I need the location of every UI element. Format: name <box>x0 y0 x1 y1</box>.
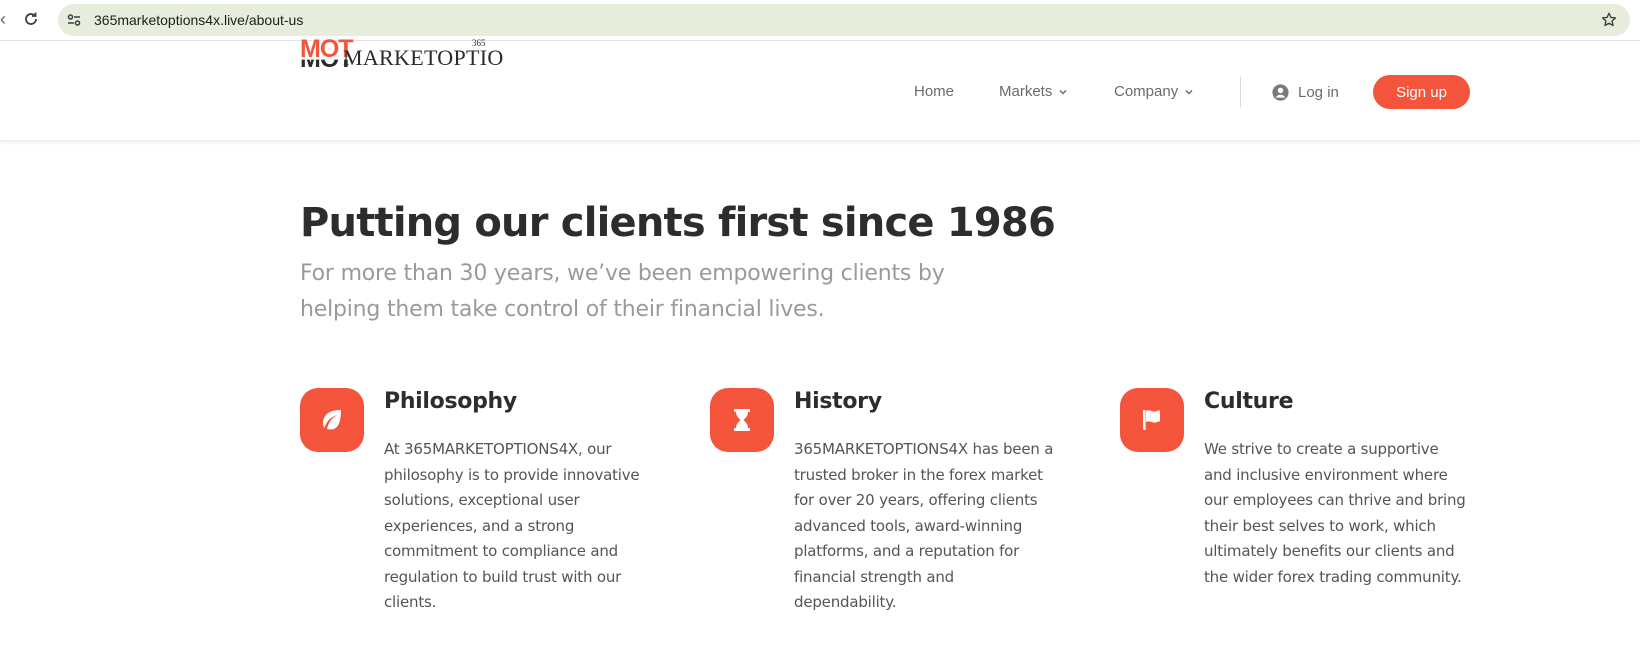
chevron-down-icon <box>1059 89 1067 95</box>
url-text[interactable]: 365marketoptions4x.live/about-us <box>94 11 303 29</box>
nav-divider <box>1240 76 1241 108</box>
feature-text: At 365MARKETOPTIONS4X, our philosophy is… <box>384 440 640 611</box>
feature-text: 365MARKETOPTIONS4X has been a trusted br… <box>794 440 1054 611</box>
reload-icon[interactable] <box>20 8 42 30</box>
feature-title: Philosophy <box>384 389 517 414</box>
nav-markets-label: Markets <box>999 83 1053 100</box>
nav-markets[interactable]: Markets <box>999 80 1068 104</box>
feature-title: Culture <box>1204 389 1294 414</box>
logo-wordmark: MARKETOPTIO <box>343 45 504 70</box>
page-title-main: Putting our clients first <box>300 200 821 246</box>
signup-button[interactable]: Sign up <box>1373 75 1470 109</box>
nav-home-label: Home <box>914 83 955 100</box>
back-arrow-icon[interactable]: ‹ <box>0 9 8 29</box>
feature-icon-badge <box>300 388 364 452</box>
nav-company[interactable]: Company <box>1114 80 1194 104</box>
page-title: Putting our clients first since 1986 <box>300 196 1056 250</box>
feature-title: History <box>794 389 882 414</box>
page-subtitle: For more than 30 years, we’ve been empow… <box>300 261 945 322</box>
nav-company-label: Company <box>1114 83 1179 100</box>
leaf-icon <box>323 410 341 430</box>
bookmark-star-icon[interactable] <box>1598 9 1620 31</box>
address-bar[interactable]: 365marketoptions4x.live/about-us <box>58 4 1630 36</box>
chevron-down-icon <box>1185 89 1193 95</box>
site-info-icon[interactable] <box>64 10 84 30</box>
nav-home[interactable]: Home <box>914 80 954 104</box>
feature-icon-badge <box>710 388 774 452</box>
login-link[interactable]: Log in <box>1272 80 1339 104</box>
feature-icon-badge <box>1120 388 1184 452</box>
feature-text: We strive to create a supportive and inc… <box>1204 440 1466 586</box>
logo-superscript: 365 <box>472 38 486 48</box>
page-title-highlight: since 1986 <box>820 200 1056 246</box>
hourglass-icon <box>734 409 750 431</box>
user-circle-icon <box>1272 83 1289 101</box>
site-logo[interactable]: MOT MOT MARKETOPTIO 365 <box>300 34 505 74</box>
login-label: Log in <box>1298 83 1339 101</box>
browser-toolbar: ‹ 365marketoptions4x.live/about-us <box>0 0 1640 41</box>
flag-icon <box>1143 410 1160 430</box>
